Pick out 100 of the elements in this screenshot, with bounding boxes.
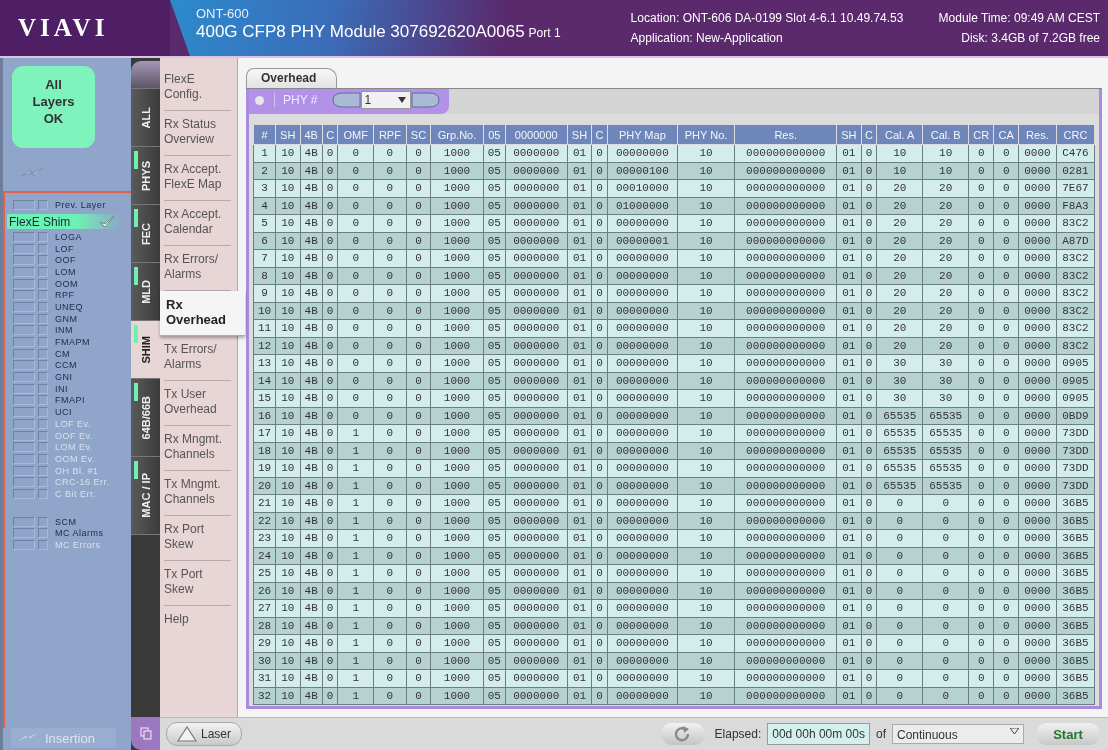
column-header: SH [567,124,592,145]
alarm-label: LOF Ev. [55,418,91,429]
caret-icon [1010,728,1019,734]
status-led [13,348,35,359]
layer-tab[interactable]: FEC [131,204,160,262]
column-header: PHY No. [677,124,735,145]
next-arrow-icon[interactable] [411,92,442,108]
column-header: 0000000 [505,124,568,145]
column-header: SC [406,124,431,145]
phy-select[interactable]: 1 [361,91,412,109]
column-header: Cal. B [922,124,969,145]
status-led [13,372,35,383]
menu-item[interactable]: Tx Errors/ Alarms [164,336,231,381]
status-led [38,430,48,441]
start-button[interactable]: Start [1036,723,1100,745]
refresh-button[interactable] [660,723,705,745]
column-header: 05 [483,124,506,145]
layer-tab[interactable]: PHYS [131,146,160,204]
layer-tab[interactable]: 64B/66B [131,378,160,456]
status-led [38,231,48,242]
status-led [38,243,48,254]
status-dot [255,95,264,105]
of-label: of [876,727,886,741]
menu-item[interactable]: Tx Mngmt. Channels [164,471,231,516]
panel-tab[interactable]: Overhead [246,68,338,88]
elapsed-field: 00d 00h 00m 00s [767,723,870,745]
column-header: PHY Map [607,124,678,145]
status-led [13,418,35,429]
menu-item[interactable]: Tx Port Skew [164,561,231,606]
layer-summary-button[interactable]: All Layers OK [12,66,95,148]
status-led [38,516,48,527]
alarm-label: C Bit Err. [55,488,96,499]
column-header: Res. [734,124,837,145]
layer-tab[interactable]: MAC / IP [131,456,160,534]
layer-tab[interactable]: MLD [131,262,160,320]
alarm-label: OOM [55,278,78,289]
alarm-label: RPF [55,290,75,301]
status-led [13,528,35,539]
alarm-label: INI [55,383,68,394]
status-led [13,442,35,453]
status-led [38,540,48,551]
caret-icon [398,97,407,103]
alarm-label: OOF Ev. [55,430,93,441]
alarm-label: CRC-16 Err. [55,477,110,488]
status-led [38,360,48,371]
status-led [38,337,48,348]
menu-item[interactable]: Help [164,606,231,651]
layer-tab[interactable]: ALL [131,88,160,146]
menu-item[interactable]: Rx Status Overview [164,111,231,156]
menu-item[interactable]: Rx Port Skew [164,516,231,561]
alarm-label: SCM [55,516,77,527]
previous-arrow-icon[interactable] [331,92,362,108]
status-led [13,231,35,242]
port-label: Port 1 [528,26,561,40]
duration-dropdown[interactable]: Continuous [892,724,1024,744]
column-header: CA [993,124,1019,145]
copy-icon[interactable] [131,717,160,750]
location-text: Location: ONT-606 DA-0199 Slot 4-6.1 10.49.74.53 [630,11,904,25]
status-led [38,488,48,499]
layer-tab[interactable]: SHIM [131,320,160,378]
column-header: RPF [373,124,407,145]
status-led [38,348,48,359]
alarm-label: CM [55,348,70,359]
status-led [38,528,48,539]
module-title: 400G CFP8 PHY Module 307692620A0065 [196,22,525,41]
alarm-label: GNI [55,372,73,383]
logo: VIAVI [0,0,170,56]
alarm-label: MC Alarms [55,528,104,539]
status-led [38,453,48,464]
alarm-label: INM [55,325,73,336]
status-led [13,516,35,527]
status-led [38,407,48,418]
alarm-label: MC Errors [55,540,101,551]
status-led [38,442,48,453]
menu-item[interactable]: Rx Accept. FlexE Map [164,156,231,201]
menu-item[interactable]: FlexE Config. [164,66,231,111]
menu-item[interactable]: Rx Accept. Calendar [164,201,231,246]
menu-item[interactable]: Tx User Overhead [164,381,231,426]
alarm-label: GNM [55,313,78,324]
elapsed-label: Elapsed: [714,727,762,741]
column-header: CRC [1056,124,1095,145]
status-led [13,325,35,336]
status-led [13,453,35,464]
status-led [38,465,48,476]
alarm-label: UNEQ [55,301,83,312]
status-led [13,290,35,301]
disk-text: Disk: 3.4GB of 7.2GB free [961,31,1100,45]
status-led [13,407,35,418]
menu-item[interactable]: Rx Overhead [160,291,245,336]
warning-icon [177,726,197,742]
menu-item[interactable]: Rx Mngmt. Channels [164,426,231,471]
status-led [38,199,48,210]
status-led [38,418,48,429]
alarm-label: OOM Ev. [55,453,95,464]
current-layer[interactable]: FlexE Shim [7,214,121,229]
alarm-label: LOGA [55,231,82,242]
alarm-label: LOM [55,266,76,277]
phy-label: PHY # [274,93,318,107]
laser-button[interactable]: Laser [166,722,243,746]
model-name: ONT-600 [196,6,250,21]
